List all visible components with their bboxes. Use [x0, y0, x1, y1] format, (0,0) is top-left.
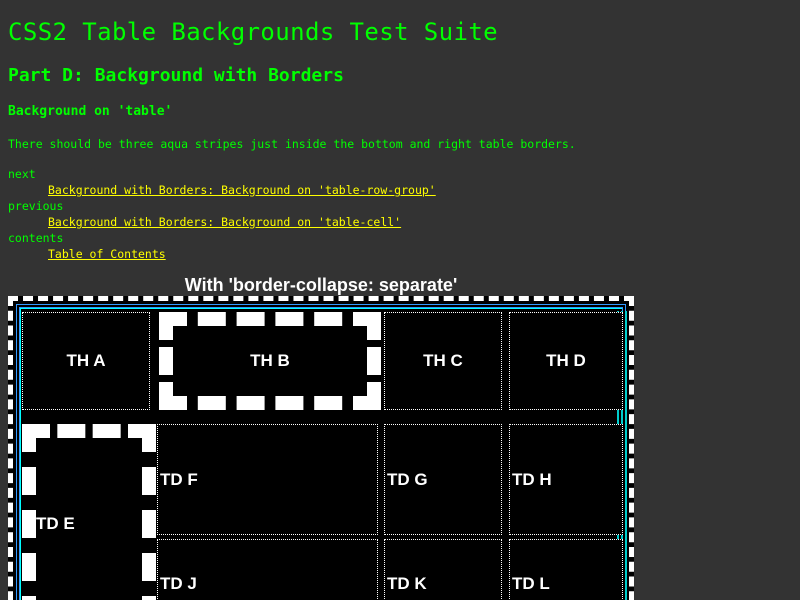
part-heading: Part D: Background with Borders [8, 65, 344, 86]
data-cell-g-label: TD G [387, 469, 428, 489]
data-cell-g: TD G [384, 424, 502, 535]
test-page: CSS2 Table Backgrounds Test Suite Part D… [0, 0, 800, 600]
nav-contents-link[interactable]: Table of Contents [48, 247, 166, 261]
section-heading: Background on 'table' [8, 104, 173, 119]
header-cell-a: TH A [22, 312, 150, 410]
test-table: TH A TH B TH C TH D TD E TD F TD G TD H … [8, 296, 634, 600]
data-cell-k-label: TD K [387, 574, 427, 593]
data-cell-f: TD F [157, 424, 378, 535]
header-cell-d-label: TH D [546, 351, 586, 370]
page-title: CSS2 Table Backgrounds Test Suite [8, 18, 499, 46]
header-cell-c: TH C [384, 312, 502, 410]
data-cell-e-label: TD E [36, 514, 75, 533]
data-cell-f-label: TD F [160, 469, 198, 489]
data-cell-l-label: TD L [512, 574, 550, 593]
nav-previous-label: previous [8, 199, 64, 213]
right-stripe-3 [625, 311, 627, 600]
nav-previous-link[interactable]: Background with Borders: Background on '… [48, 215, 401, 229]
data-cell-k: TD K [384, 539, 502, 600]
header-cell-a-label: TH A [66, 351, 106, 370]
header-cell-b-label: TH B [250, 351, 290, 370]
navigation-list: next Background with Borders: Background… [8, 166, 436, 262]
nav-contents-label: contents [8, 231, 64, 245]
data-cell-e: TD E [22, 424, 156, 600]
data-cell-j-label: TD J [160, 574, 197, 593]
header-cell-d: TH D [509, 312, 623, 410]
nav-next-label: next [8, 167, 36, 181]
data-cell-h: TD H [509, 424, 623, 535]
header-cell-b: TH B [159, 312, 381, 410]
test-description: There should be three aqua stripes just … [8, 137, 576, 151]
data-cell-l: TD L [509, 539, 623, 600]
table-caption: With 'border-collapse: separate' [184, 275, 458, 295]
header-cell-c-label: TH C [423, 351, 463, 370]
nav-next-link[interactable]: Background with Borders: Background on '… [48, 183, 436, 197]
data-cell-h-label: TD H [512, 469, 552, 489]
data-cell-j: TD J [157, 539, 378, 600]
